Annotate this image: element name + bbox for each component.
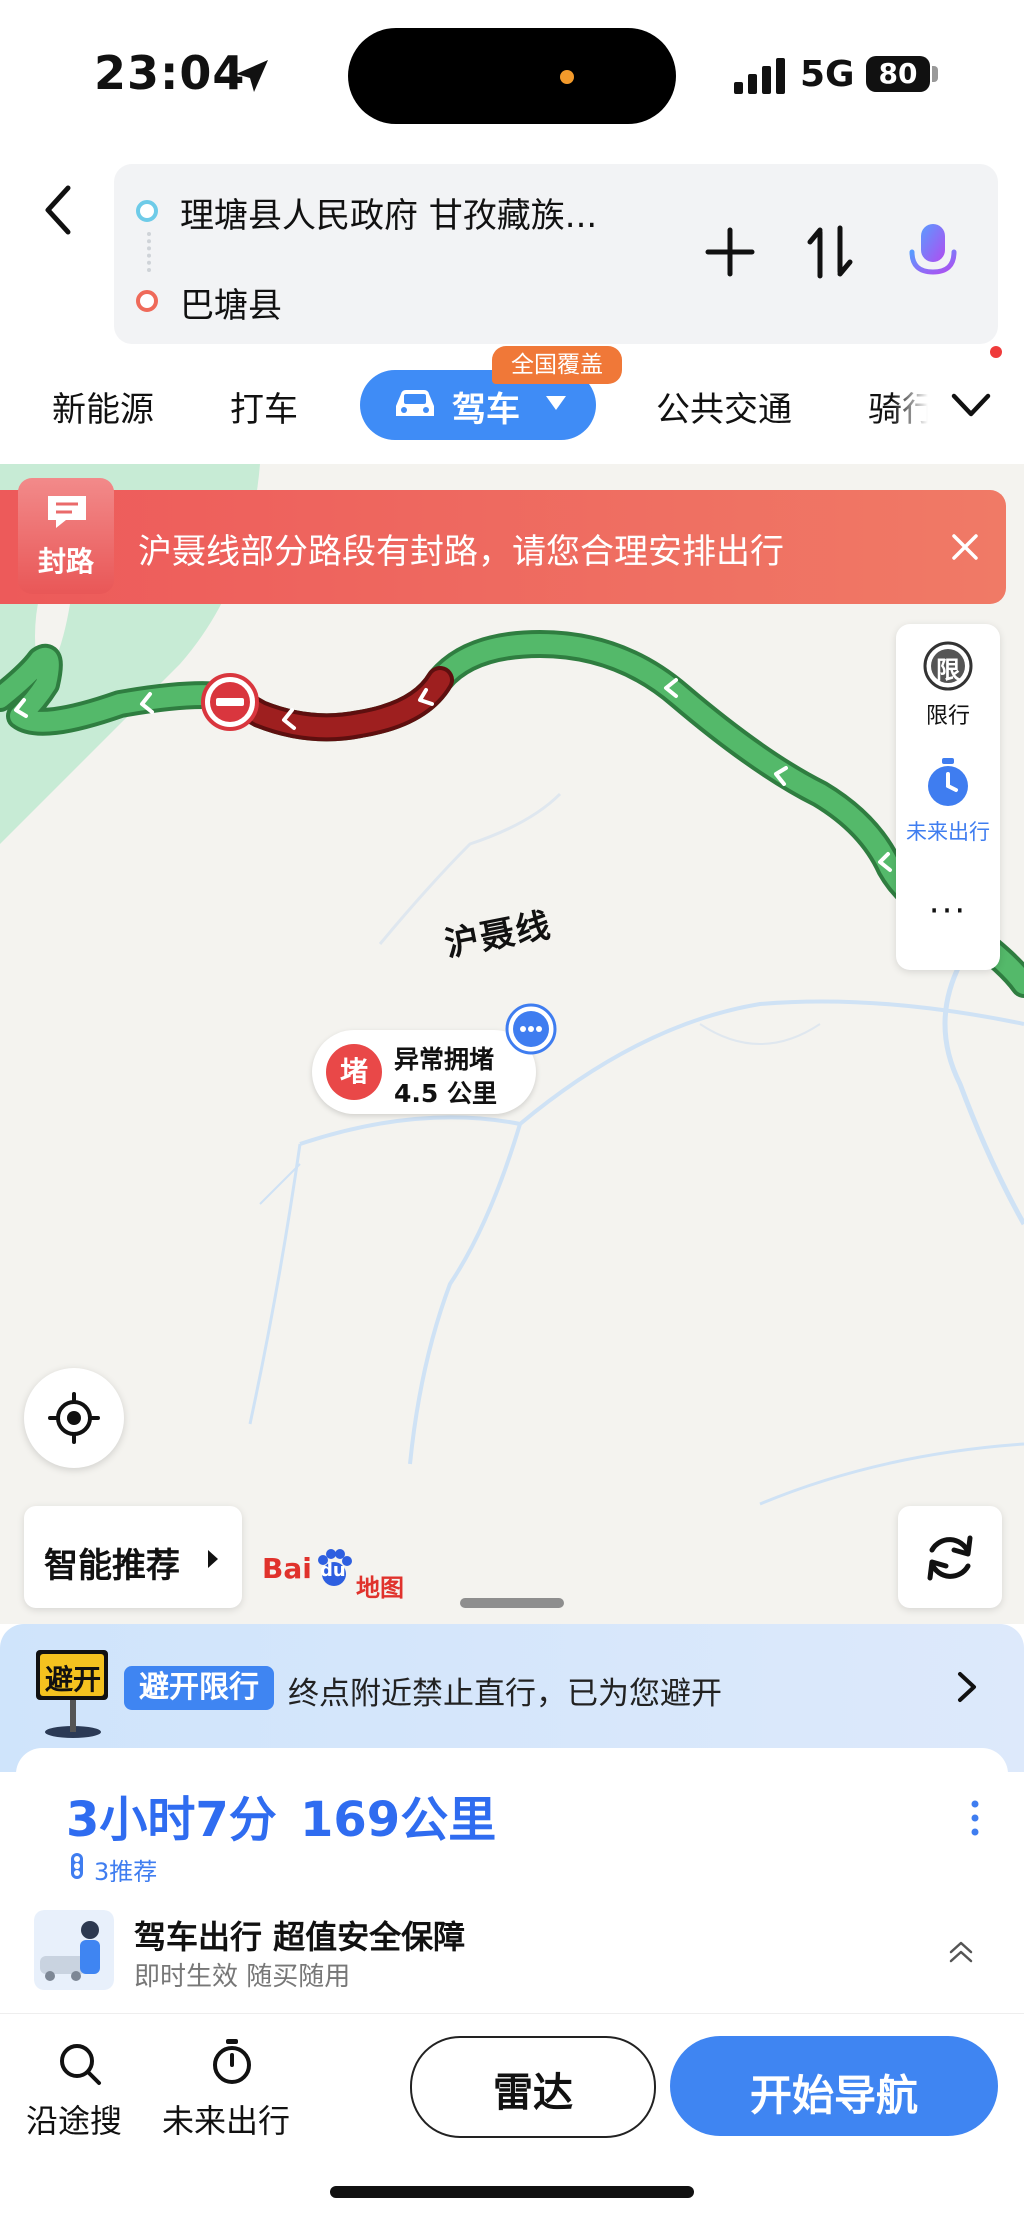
signal-icon [734, 58, 785, 94]
road-closure-label: 封路 [37, 545, 94, 578]
route-distance: 169公里 [300, 1792, 497, 1848]
battery-nub [932, 66, 938, 82]
baidu-map-text: 地图 [356, 1574, 404, 1602]
avoid-message: 终点附近禁止直行，已为您避开 [288, 1676, 722, 1712]
stopwatch-icon[interactable] [210, 2038, 254, 2086]
baidu-logo-text: Bai [262, 1552, 312, 1585]
end-location[interactable]: 巴塘县 [180, 278, 282, 327]
insurance-title: 驾车出行 超值安全保障 [134, 1918, 466, 1956]
battery-icon: 80 [866, 56, 930, 92]
tab-cycling[interactable]: 骑行 [868, 382, 928, 431]
message-icon [48, 496, 86, 528]
privacy-indicator [560, 70, 574, 84]
double-chevron-up-icon[interactable] [946, 1938, 976, 1964]
start-location[interactable]: 理塘县人民政府 甘孜藏族... [180, 188, 597, 237]
swap-icon[interactable] [804, 222, 860, 282]
route-duration: 3小时7分 [66, 1792, 277, 1848]
microphone-icon[interactable] [904, 222, 962, 288]
congestion-distance: 4.5 公里 [394, 1079, 497, 1108]
refresh-icon [927, 1535, 973, 1581]
more-icon[interactable]: ··· [896, 894, 1000, 928]
stopwatch-icon[interactable] [922, 756, 974, 810]
notification-dot [990, 346, 1002, 358]
network-type: 5G [800, 54, 855, 95]
tab-taxi[interactable]: 打车 [230, 382, 298, 431]
avoid-tag: 避开限行 [124, 1666, 274, 1710]
more-vertical-icon[interactable] [970, 1798, 980, 1838]
dropdown-triangle-icon [546, 396, 566, 410]
chevron-down-icon[interactable] [950, 388, 992, 422]
coverage-badge: 全国覆盖 [492, 346, 622, 384]
restriction-glyph: 限 [936, 656, 960, 684]
search-icon[interactable] [58, 2042, 102, 2086]
back-arrow-icon[interactable] [36, 180, 80, 240]
status-time: 23:04 [94, 46, 246, 100]
crosshair-icon [48, 1392, 100, 1444]
restriction-label[interactable]: 限行 [896, 698, 1000, 730]
along-route-search[interactable]: 沿途搜 [26, 2096, 122, 2142]
future-travel-button[interactable]: 未来出行 [162, 2096, 290, 2142]
drag-handle[interactable] [460, 1598, 564, 1608]
tab-new-energy[interactable]: 新能源 [52, 382, 154, 431]
alert-message: 沪聂线部分路段有封路，请您合理安排出行 [138, 532, 784, 572]
home-indicator[interactable] [330, 2186, 694, 2198]
dynamic-island [348, 28, 676, 124]
avoid-sign-label: 避开 [44, 1663, 101, 1696]
car-icon [396, 390, 434, 416]
location-arrow-icon [236, 60, 268, 92]
congestion-title: 异常拥堵 [394, 1045, 495, 1074]
tab-transit[interactable]: 公共交通 [656, 382, 792, 431]
baidu-paw-text: du [320, 1560, 346, 1581]
chevron-right-icon[interactable] [956, 1670, 978, 1704]
add-waypoint-icon[interactable] [704, 226, 756, 278]
insurance-subtitle: 即时生效 随买随用 [134, 1962, 351, 1992]
play-triangle-icon [208, 1550, 218, 1568]
congestion-badge: 堵 [326, 1044, 382, 1100]
traffic-light-icon [71, 1853, 83, 1879]
start-navigation-label: 开始导航 [749, 2071, 918, 2120]
insurance-illustration-icon [34, 1910, 114, 1990]
smart-recommend-label: 智能推荐 [44, 1546, 180, 1586]
start-point-icon [136, 200, 158, 222]
radar-label: 雷达 [493, 2070, 573, 2116]
future-travel-label[interactable]: 未来出行 [896, 816, 1000, 846]
close-icon[interactable] [950, 532, 980, 562]
tab-drive-label: 驾车 [452, 390, 520, 430]
route-connector [147, 232, 155, 272]
end-point-icon [136, 290, 158, 312]
chat-bubble-icon[interactable] [504, 1002, 558, 1056]
